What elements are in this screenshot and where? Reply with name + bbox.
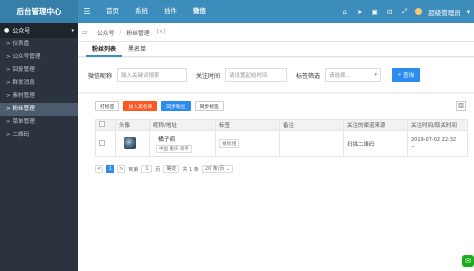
nav-system[interactable]: 系统 xyxy=(127,0,156,23)
sidebar-item-menu[interactable]: > 菜单管理 xyxy=(0,116,78,129)
breadcrumb: ▭ 公众号 / 粉丝管理 [×] xyxy=(78,23,474,42)
sidebar-item-account[interactable]: > 公众号管理 xyxy=(0,51,78,64)
chevron-down-icon: ▾ xyxy=(374,72,378,78)
chevron-down-icon: ▾ xyxy=(71,27,74,34)
column-header-nickname[interactable]: 昵称/地址 xyxy=(149,119,216,131)
sync-tags-button[interactable]: 同步标签 xyxy=(194,101,224,111)
folder-icon: ▭ xyxy=(82,28,88,36)
tag-select-value: 请选择... xyxy=(329,73,351,79)
page-size-select[interactable]: 20 条/页 ⌄ xyxy=(201,165,234,173)
add-blacklist-button[interactable]: 加入黑名单 xyxy=(123,101,158,111)
time-input[interactable]: 请设置起始时间 xyxy=(225,68,288,82)
columns-icon[interactable]: ▥ xyxy=(456,101,466,111)
query-button[interactable]: ⌕ 查询 xyxy=(392,68,421,82)
tab-fans-list[interactable]: 粉丝列表 xyxy=(86,42,123,57)
hamburger-icon[interactable]: ☰ xyxy=(80,7,94,16)
wechat-icon: ● xyxy=(4,27,10,34)
tag-filter-label: 标签筛选 xyxy=(296,72,321,80)
close-tab-button[interactable]: [×] xyxy=(157,29,166,35)
fans-table-panel: 打标签 加入黑名单 同步粉丝 同步标签 ▥ 头像 昵称/地址 标签 备注 关注的… xyxy=(78,93,474,271)
column-header-source[interactable]: 关注的渠道来源 xyxy=(343,119,408,131)
page-1-button[interactable]: 1 xyxy=(106,165,115,173)
fan-tag: 星标组 xyxy=(219,139,240,148)
goto-confirm-button[interactable]: 确定 xyxy=(163,165,180,173)
brand-title[interactable]: 后台管理中心 xyxy=(0,0,78,23)
avatar-cell xyxy=(115,130,150,157)
total-count: 共 1 条 xyxy=(182,166,199,173)
fan-location: 中国 重庆 梁平 xyxy=(156,145,192,153)
breadcrumb-home[interactable]: 公众号 xyxy=(92,28,119,37)
sync-fans-button[interactable]: 同步粉丝 xyxy=(161,101,191,111)
fan-avatar xyxy=(124,136,136,149)
send-icon[interactable]: ➤ xyxy=(355,8,364,16)
trash-icon[interactable]: ▣ xyxy=(370,8,379,16)
tab-blacklist[interactable]: 黑名单 xyxy=(122,42,152,57)
select-all-cell xyxy=(95,119,116,131)
nav-plugins[interactable]: 插件 xyxy=(156,0,185,23)
nav-wechat[interactable]: 微信 xyxy=(185,0,214,23)
nav-home[interactable]: 首页 xyxy=(98,0,127,23)
sidebar-item-dashboard[interactable]: > 仪表盘 xyxy=(0,38,78,51)
wechat-icon[interactable]: ✉ xyxy=(462,255,474,267)
tag-select[interactable]: 请选择... ▾ xyxy=(325,68,382,82)
table-header-row: 头像 昵称/地址 标签 备注 关注的渠道来源 关注时间/取关时间 xyxy=(95,119,468,131)
nickname-label: 微信昵称 xyxy=(88,72,113,80)
fan-nickname: 橘子疯 xyxy=(158,137,176,143)
table-toolbar: 打标签 加入黑名单 同步粉丝 同步标签 xyxy=(95,101,224,111)
breadcrumb-page[interactable]: 粉丝管理 xyxy=(121,28,154,37)
lock-icon[interactable]: ⊡ xyxy=(385,8,394,16)
sidebar-item-fans[interactable]: > 粉丝管理 xyxy=(0,103,78,116)
goto-page-input[interactable]: 1 xyxy=(141,165,153,173)
filter-bar: 微信昵称 输入关键词搜索 关注时间 请设置起始时间 标签筛选 请选择... ▾ … xyxy=(78,58,474,92)
sidebar-section-header[interactable]: ● 公众号 ▾ xyxy=(0,23,78,38)
remark-cell xyxy=(279,130,344,157)
nickname-input[interactable]: 输入关键词搜索 xyxy=(117,68,188,82)
column-header-time[interactable]: 关注时间/取关时间 xyxy=(407,119,468,131)
prev-page-button[interactable]: < xyxy=(95,165,104,173)
subscribe-time: 2019-07-02 22:32 xyxy=(411,136,457,143)
sidebar: ● 公众号 ▾ > 仪表盘 > 公众号管理 > 回复管理 > 群发消息 > 素材… xyxy=(0,23,78,271)
source-cell: 扫描二维码 xyxy=(343,130,408,157)
user-name[interactable]: 超级管理员 xyxy=(428,7,461,17)
row-checkbox[interactable] xyxy=(99,139,105,146)
column-header-remark[interactable]: 备注 xyxy=(279,119,344,131)
time-label: 关注时间 xyxy=(196,72,221,80)
row-select-cell xyxy=(95,130,116,157)
fans-table: 头像 昵称/地址 标签 备注 关注的渠道来源 关注时间/取关时间 橘子疯 中国 … xyxy=(95,119,468,157)
chevron-down-icon[interactable]: ▾ xyxy=(467,8,470,16)
expand-icon[interactable]: ⤢ xyxy=(400,7,409,16)
top-right-tools: ⌂ ➤ ▣ ⊡ ⤢ 超级管理员 ▾ xyxy=(340,0,470,23)
search-icon: ⌕ xyxy=(397,71,402,78)
column-header-tags[interactable]: 标签 xyxy=(215,119,280,131)
sidebar-item-qrcode[interactable]: > 二维码 xyxy=(0,129,78,142)
sidebar-item-reply[interactable]: > 回复管理 xyxy=(0,64,78,77)
sidebar-item-broadcast[interactable]: > 群发消息 xyxy=(0,77,78,90)
unsubscribe-time: -- xyxy=(411,143,415,150)
tag-cell: 星标组 xyxy=(215,130,280,157)
nickname-cell: 橘子疯 中国 重庆 梁平 xyxy=(149,130,216,157)
time-cell: 2019-07-02 22:32 -- xyxy=(407,130,468,157)
sidebar-item-material[interactable]: > 素材管理 xyxy=(0,90,78,103)
sub-tabs: 粉丝列表 黑名单 xyxy=(78,42,474,57)
column-header-avatar[interactable]: 头像 xyxy=(115,119,150,131)
goto-label: 到第 xyxy=(128,166,139,173)
query-button-label: 查询 xyxy=(403,73,415,79)
page-unit-label: 页 xyxy=(155,166,161,173)
top-nav: 首页 系统 插件 微信 xyxy=(98,0,214,23)
table-row[interactable]: 橘子疯 中国 重庆 梁平 星标组 扫描二维码 2019-07-02 22:32 … xyxy=(95,130,468,157)
next-page-button[interactable]: > xyxy=(117,165,126,173)
top-navbar: 后台管理中心 ☰ 首页 系统 插件 微信 ⌂ ➤ ▣ ⊡ ⤢ 超级管理员 ▾ xyxy=(0,0,474,23)
pagination: < 1 > 到第 1 页 确定 共 1 条 20 条/页 ⌄ xyxy=(95,164,234,174)
tag-button[interactable]: 打标签 xyxy=(95,101,120,111)
select-all-checkbox[interactable] xyxy=(99,121,105,127)
avatar[interactable] xyxy=(415,8,423,15)
home-icon[interactable]: ⌂ xyxy=(340,8,349,16)
sidebar-section-label: 公众号 xyxy=(12,28,31,35)
